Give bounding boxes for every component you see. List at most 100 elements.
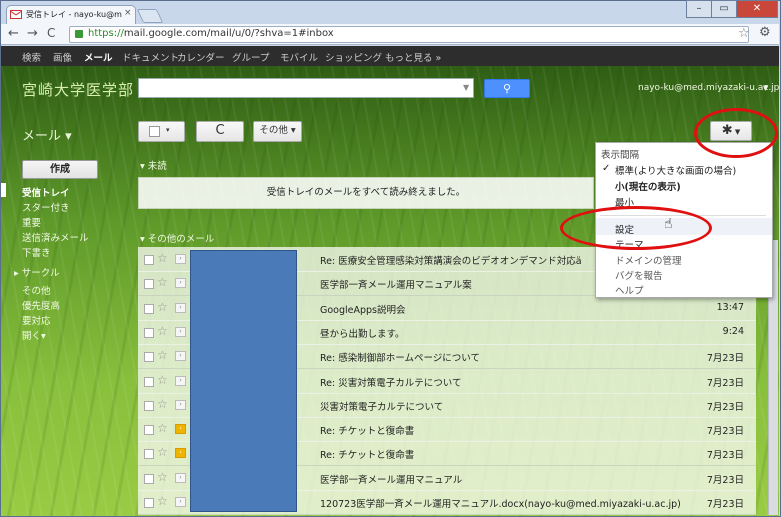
sidebar-item-drafts[interactable]: 下書き xyxy=(22,245,51,259)
importance-marker-icon[interactable]: › xyxy=(175,497,186,507)
importance-marker-icon[interactable]: › xyxy=(175,375,186,386)
importance-marker-icon[interactable]: › xyxy=(175,399,186,410)
sidebar-item-sent[interactable]: 送信済みメール xyxy=(22,230,89,244)
refresh-button[interactable]: C xyxy=(196,121,244,142)
gbar-calendar[interactable]: カレンダー xyxy=(177,50,225,64)
lock-icon xyxy=(75,30,83,38)
annotation-settings-circle xyxy=(560,206,712,250)
importance-marker-icon[interactable]: › xyxy=(175,424,186,435)
star-icon[interactable]: ☆ xyxy=(157,373,168,387)
row-checkbox[interactable] xyxy=(144,400,154,411)
menu-item-density-compact[interactable]: 小(現在の表示) xyxy=(615,179,681,193)
menu-heading-density: 表示間隔 xyxy=(601,150,640,161)
menu-item-density-default[interactable]: 標準(より大きな画面の場合) xyxy=(615,163,736,177)
gbar-more[interactable]: もっと見る » xyxy=(385,50,441,64)
search-input[interactable] xyxy=(138,78,474,98)
sidebar-item-circles[interactable]: ▸ サークル xyxy=(14,265,60,279)
star-icon[interactable]: ☆ xyxy=(157,421,168,435)
email-date: 7月23日 xyxy=(706,474,744,486)
star-icon[interactable]: ☆ xyxy=(157,251,168,265)
row-checkbox[interactable] xyxy=(144,425,154,436)
sidebar-item-inbox[interactable]: 受信トレイ xyxy=(22,185,70,199)
bookmark-star-icon[interactable]: ☆ xyxy=(738,26,750,41)
select-checkbox-button[interactable]: ▾ xyxy=(138,121,185,142)
sidebar-item-other[interactable]: その他 xyxy=(22,283,51,297)
email-date: 7月23日 xyxy=(706,450,744,462)
section-unread[interactable]: ▾ 未読 xyxy=(140,158,167,172)
star-icon[interactable]: ☆ xyxy=(157,275,168,289)
sidebar-item-todo[interactable]: 要対応 xyxy=(22,313,51,327)
star-icon[interactable]: ☆ xyxy=(157,445,168,459)
checkbox-icon xyxy=(149,126,160,137)
maximize-icon[interactable]: ▭ xyxy=(711,0,737,18)
sidebar-item-important[interactable]: 重要 xyxy=(22,215,41,229)
annotation-gear-circle xyxy=(694,108,778,158)
row-checkbox[interactable] xyxy=(144,376,154,387)
row-checkbox[interactable] xyxy=(144,352,154,363)
redacted-senders xyxy=(190,250,297,512)
gbar-mobile[interactable]: モバイル xyxy=(280,50,318,64)
forward-icon[interactable]: → xyxy=(27,26,38,41)
star-icon[interactable]: ☆ xyxy=(157,397,168,411)
url-text: https://mail.google.com/mail/u/0/?shva=1… xyxy=(88,28,334,39)
email-date: 7月23日 xyxy=(706,499,744,510)
email-date: 7月23日 xyxy=(706,426,744,438)
importance-marker-icon[interactable]: › xyxy=(175,254,186,264)
importance-marker-icon[interactable]: › xyxy=(175,448,186,459)
email-subject: GoogleApps説明会 xyxy=(320,304,406,316)
email-subject: 災害対策電子カルテについて xyxy=(320,401,444,413)
gmail-favicon-icon xyxy=(10,10,22,19)
menu-item-help[interactable]: ヘルプ xyxy=(615,283,644,297)
star-icon[interactable]: ☆ xyxy=(157,300,168,314)
search-options-icon[interactable]: ▼ xyxy=(463,83,469,92)
email-subject: Re: チケットと復命書 xyxy=(320,426,415,438)
star-icon[interactable]: ☆ xyxy=(157,348,168,362)
minimize-icon[interactable]: – xyxy=(686,0,712,18)
sidebar-item-more[interactable]: 開く▾ xyxy=(22,328,46,342)
email-subject: 120723医学部一斉メール運用マニュアル.docx(nayo-ku@med.m… xyxy=(320,499,681,510)
gbar-docs[interactable]: ドキュメント xyxy=(122,50,179,64)
close-window-icon[interactable]: ✕ xyxy=(736,0,778,18)
gbar-search[interactable]: 検索 xyxy=(22,50,41,64)
importance-marker-icon[interactable]: › xyxy=(175,278,186,289)
row-checkbox[interactable] xyxy=(144,498,154,508)
gbar-shopping[interactable]: ショッピング xyxy=(325,50,382,64)
star-icon[interactable]: ☆ xyxy=(157,470,168,484)
compose-button[interactable]: 作成 xyxy=(22,160,98,179)
tab-close-icon[interactable]: × xyxy=(124,8,132,18)
star-icon[interactable]: ☆ xyxy=(157,494,168,508)
row-checkbox[interactable] xyxy=(144,279,154,290)
row-checkbox[interactable] xyxy=(144,255,154,265)
email-date: 9:24 xyxy=(722,325,744,337)
sidebar-item-priority[interactable]: 優先度高 xyxy=(22,298,60,312)
more-button[interactable]: その他 ▾ xyxy=(253,121,302,142)
email-subject: Re: 医療安全管理感染対策講演会のビデオオンデマンド対応ä xyxy=(320,256,582,267)
sidebar-item-starred[interactable]: スター付き xyxy=(22,200,70,214)
gbar-groups[interactable]: グループ xyxy=(232,50,269,64)
search-button[interactable]: ⚲ xyxy=(484,79,530,98)
reload-icon[interactable]: C xyxy=(47,26,55,40)
org-logo[interactable]: 宮崎大学医学部 xyxy=(22,79,134,100)
importance-marker-icon[interactable]: › xyxy=(175,472,186,483)
importance-marker-icon[interactable]: › xyxy=(175,326,186,337)
section-other[interactable]: ▾ その他のメール xyxy=(140,231,214,245)
window-controls: – ▭ ✕ xyxy=(686,0,778,18)
chevron-down-icon[interactable]: ▼ xyxy=(763,84,768,92)
back-icon[interactable]: ← xyxy=(8,26,19,41)
account-email[interactable]: nayo-ku@med.miyazaki-u.ac.jp xyxy=(638,83,779,93)
gbar-images[interactable]: 画像 xyxy=(53,50,72,64)
wrench-icon[interactable]: ⚙ xyxy=(759,25,771,40)
menu-item-domain[interactable]: ドメインの管理 xyxy=(615,253,682,267)
star-icon[interactable]: ☆ xyxy=(157,324,168,338)
menu-item-report-bug[interactable]: バグを報告 xyxy=(615,268,663,282)
row-checkbox[interactable] xyxy=(144,303,154,314)
row-checkbox[interactable] xyxy=(144,327,154,338)
gbar-mail[interactable]: メール xyxy=(84,50,113,64)
row-checkbox[interactable] xyxy=(144,449,154,460)
importance-marker-icon[interactable]: › xyxy=(175,351,186,362)
check-icon: ✓ xyxy=(602,163,611,174)
row-checkbox[interactable] xyxy=(144,473,154,484)
importance-marker-icon[interactable]: › xyxy=(175,302,186,313)
mail-menu[interactable]: メール ▾ xyxy=(22,125,72,144)
tab-title: 受信トレイ - nayo-ku@med... xyxy=(26,10,122,19)
